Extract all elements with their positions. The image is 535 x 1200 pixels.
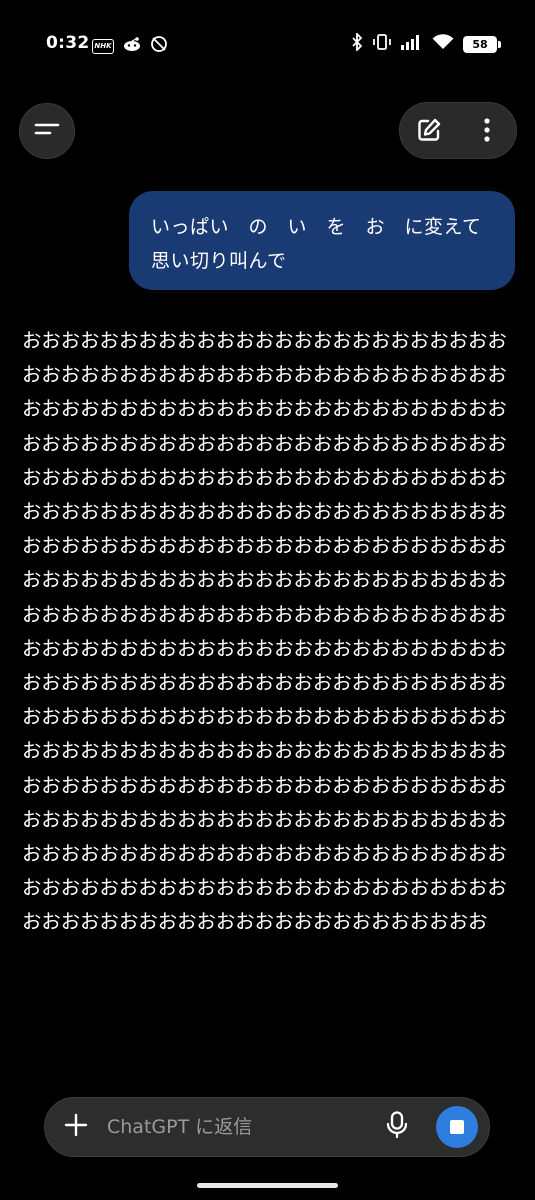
assistant-message-text: おおおおおおおおおおおおおおおおおおおおおおおおおおおおおおおおおおおおおおおお…	[22, 329, 507, 934]
stop-icon	[450, 1120, 464, 1134]
mic-icon	[386, 1111, 408, 1143]
new-chat-button[interactable]	[410, 113, 448, 151]
reply-input[interactable]	[107, 1112, 357, 1142]
edit-icon	[416, 117, 442, 147]
signal-icon	[401, 34, 423, 54]
more-options-button[interactable]	[468, 113, 506, 151]
menu-button[interactable]	[19, 103, 75, 159]
voice-input-button[interactable]	[380, 1110, 414, 1144]
notification-off-icon	[150, 35, 168, 57]
status-bar: 0:32 NHK 58	[0, 0, 535, 88]
more-vertical-icon	[483, 117, 491, 147]
status-left-icons: NHK	[92, 35, 168, 57]
add-attachment-button[interactable]	[61, 1112, 91, 1142]
status-right-icons: 58	[351, 31, 501, 55]
reddit-icon	[122, 36, 142, 56]
vibrate-icon	[372, 33, 392, 55]
nhk-icon: NHK	[92, 38, 114, 54]
status-time: 0:32	[46, 33, 90, 53]
plus-icon	[64, 1113, 88, 1141]
user-message-bubble[interactable]: いっぱい の い を お に変えて思い切り叫んで	[129, 191, 515, 290]
home-indicator[interactable]	[197, 1183, 338, 1188]
stop-generating-button[interactable]	[436, 1106, 478, 1148]
message-composer	[44, 1097, 490, 1157]
menu-icon	[34, 121, 60, 141]
wifi-icon	[432, 34, 454, 54]
header-actions	[399, 102, 517, 159]
battery-icon: 58	[463, 35, 501, 53]
user-message-text: いっぱい の い を お に変えて思い切り叫んで	[151, 216, 482, 272]
bluetooth-icon	[351, 31, 363, 55]
